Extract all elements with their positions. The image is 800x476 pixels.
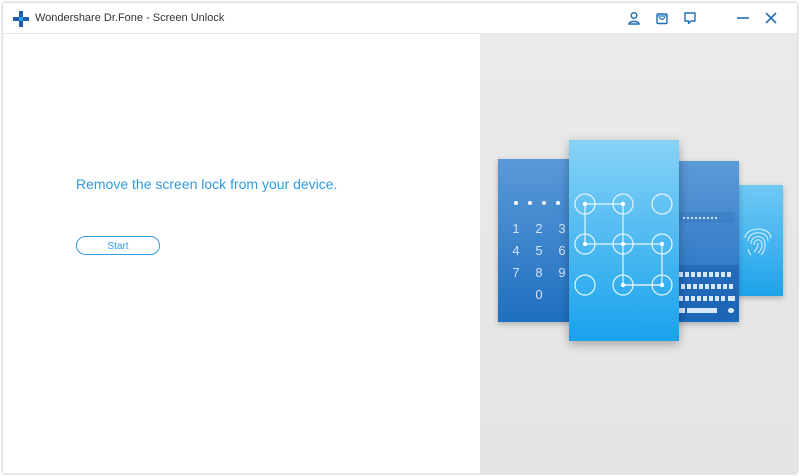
- keypad-digit: 7: [512, 265, 519, 280]
- lock-types-illustration: 1 2 3 4 5 6 7 8 9 0: [498, 140, 783, 341]
- close-icon[interactable]: [764, 11, 778, 25]
- keypad-digit: 2: [535, 221, 542, 236]
- pin-keypad-card: 1 2 3 4 5 6 7 8 9 0: [498, 159, 570, 322]
- keypad-digit: 8: [535, 265, 542, 280]
- minimize-icon[interactable]: [736, 11, 750, 25]
- headline-text: Remove the screen lock from your device.: [76, 176, 338, 192]
- content-pane: Remove the screen lock from your device.…: [3, 34, 480, 473]
- keypad-digit: 3: [558, 221, 565, 236]
- start-button[interactable]: Start: [76, 236, 160, 255]
- illustration-pane: 1 2 3 4 5 6 7 8 9 0: [480, 34, 797, 473]
- user-icon[interactable]: [627, 11, 641, 25]
- keypad-digit: 4: [512, 243, 519, 258]
- keypad-digit: 1: [512, 221, 519, 236]
- password-card: [673, 161, 739, 322]
- title-bar: Wondershare Dr.Fone - Screen Unlock: [3, 3, 797, 34]
- app-title: Wondershare Dr.Fone - Screen Unlock: [35, 12, 225, 24]
- chat-icon[interactable]: [683, 11, 697, 25]
- keypad-digit: 0: [535, 287, 542, 302]
- keypad-digit: 9: [558, 265, 565, 280]
- keypad-digit: 5: [535, 243, 542, 258]
- app-window: Wondershare Dr.Fone - Screen Unlock Remo…: [3, 3, 797, 473]
- pattern-lock-card: [569, 140, 679, 341]
- keypad-digit: 6: [558, 243, 565, 258]
- bag-icon[interactable]: [655, 11, 669, 25]
- plus-logo-icon: [13, 11, 29, 27]
- fingerprint-card: [736, 185, 783, 296]
